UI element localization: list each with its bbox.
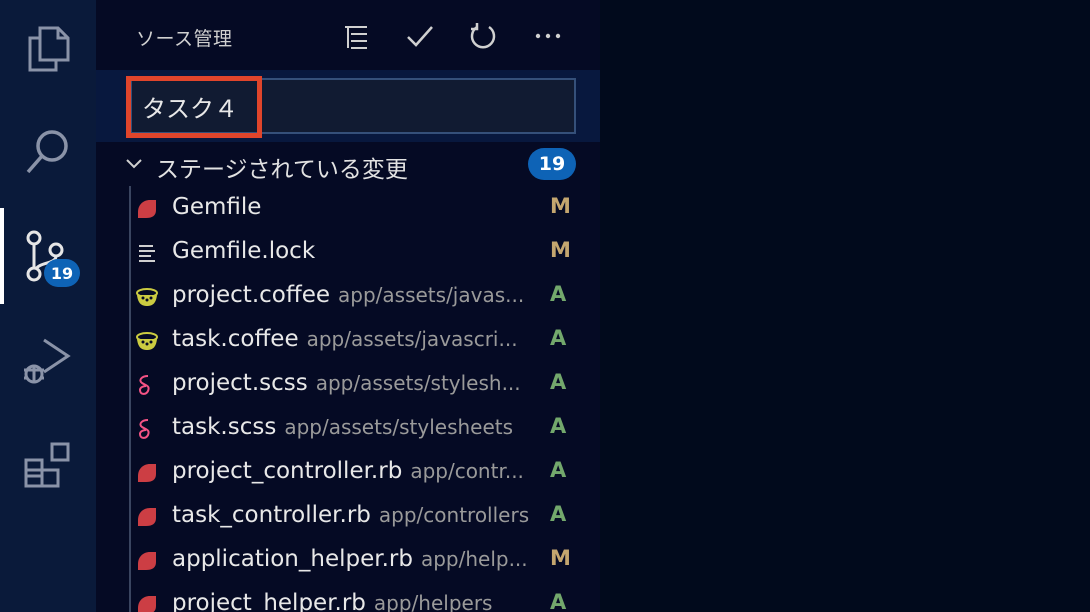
commit-button[interactable] — [400, 16, 440, 56]
file-path: app/controllers — [378, 503, 530, 527]
file-status: M — [550, 194, 571, 218]
file-path: app/contr... — [410, 459, 524, 483]
commit-message-input[interactable] — [130, 78, 576, 134]
ruby-icon — [134, 504, 160, 530]
activity-explorer[interactable] — [0, 0, 96, 96]
commit-message-row — [96, 70, 600, 142]
file-name: project_helper.rb — [172, 590, 366, 612]
chevron-down-icon — [126, 159, 142, 169]
file-text: task_controller.rb app/controllers — [172, 502, 544, 528]
lines-icon — [134, 240, 160, 266]
file-status: M — [550, 238, 571, 262]
file-path: app/help... — [420, 547, 528, 571]
activity-search[interactable] — [0, 104, 96, 200]
ruby-icon — [134, 460, 160, 486]
panel-title: ソース管理 — [136, 28, 233, 50]
file-text: project.scss app/assets/stylesh... — [172, 370, 544, 396]
file-path: app/assets/stylesheets — [284, 415, 514, 439]
file-name: project.coffee — [172, 282, 331, 308]
coffee-icon — [134, 328, 160, 354]
file-row[interactable]: task.coffee app/assets/javascri... A — [96, 318, 600, 362]
extensions-icon — [24, 442, 70, 488]
activity-bar: 19 — [0, 0, 96, 612]
sass-icon — [134, 372, 160, 398]
files-icon — [28, 26, 70, 72]
file-status: A — [550, 326, 567, 350]
file-text: Gemfile — [172, 194, 544, 220]
refresh-button[interactable] — [463, 16, 503, 56]
file-text: project.coffee app/assets/javas... — [172, 282, 544, 308]
commit-check-icon — [407, 26, 433, 47]
file-name: task.scss — [172, 414, 277, 440]
ruby-icon — [134, 548, 160, 574]
more-actions-icon — [535, 33, 561, 39]
file-status: A — [550, 458, 567, 482]
file-status: A — [550, 282, 567, 306]
panel-header: ソース管理 — [96, 0, 600, 70]
file-row[interactable]: project_controller.rb app/contr... A — [96, 450, 600, 494]
file-path: app/assets/javascri... — [306, 327, 518, 351]
file-path: app/assets/stylesh... — [315, 371, 521, 395]
file-row[interactable]: application_helper.rb app/help... M — [96, 538, 600, 582]
file-row[interactable]: Gemfile.lock M — [96, 230, 600, 274]
file-status: A — [550, 590, 567, 612]
file-text: application_helper.rb app/help... — [172, 546, 544, 572]
file-name: project.scss — [172, 370, 308, 396]
view-as-tree-button[interactable] — [336, 16, 376, 56]
staged-changes-count: 19 — [528, 148, 576, 180]
file-status: M — [550, 546, 571, 570]
file-text: project_controller.rb app/contr... — [172, 458, 544, 484]
file-name: task_controller.rb — [172, 502, 371, 528]
file-status: A — [550, 414, 567, 438]
activity-run-debug[interactable] — [0, 312, 96, 408]
file-row[interactable]: project.scss app/assets/stylesh... A — [96, 362, 600, 406]
refresh-icon — [470, 23, 496, 49]
file-name: Gemfile — [172, 194, 262, 220]
file-row[interactable]: project_helper.rb app/helpers A — [96, 582, 600, 612]
file-name: project_controller.rb — [172, 458, 403, 484]
ruby-icon — [134, 196, 160, 222]
view-as-tree-icon — [345, 26, 367, 49]
file-text: Gemfile.lock — [172, 238, 544, 264]
file-name: Gemfile.lock — [172, 238, 316, 264]
file-name: task.coffee — [172, 326, 299, 352]
file-row[interactable]: project.coffee app/assets/javas... A — [96, 274, 600, 318]
search-icon — [26, 130, 68, 174]
source-control-panel: ソース管理 タスク４ ステージされている変更 19 Gemfile M Gemf… — [96, 0, 600, 612]
ruby-icon — [134, 592, 160, 612]
file-status: A — [550, 370, 567, 394]
staged-changes-label: ステージされている変更 — [156, 157, 408, 183]
file-row[interactable]: task.scss app/assets/stylesheets A — [96, 406, 600, 450]
run-debug-icon — [24, 338, 71, 384]
staged-changes-group[interactable]: ステージされている変更 19 — [96, 142, 600, 186]
file-text: task.coffee app/assets/javascri... — [172, 326, 544, 352]
sass-icon — [134, 416, 160, 442]
file-path: app/helpers — [373, 591, 493, 612]
more-actions-button[interactable] — [528, 16, 568, 56]
file-text: project_helper.rb app/helpers — [172, 590, 544, 612]
file-status: A — [550, 502, 567, 526]
activity-extensions[interactable] — [0, 416, 96, 512]
coffee-icon — [134, 284, 160, 310]
file-row[interactable]: Gemfile M — [96, 186, 600, 230]
source-control-badge: 19 — [44, 259, 80, 287]
activity-source-control[interactable]: 19 — [0, 208, 96, 304]
file-text: task.scss app/assets/stylesheets — [172, 414, 544, 440]
file-name: application_helper.rb — [172, 546, 413, 572]
file-path: app/assets/javas... — [338, 283, 525, 307]
file-row[interactable]: task_controller.rb app/controllers A — [96, 494, 600, 538]
